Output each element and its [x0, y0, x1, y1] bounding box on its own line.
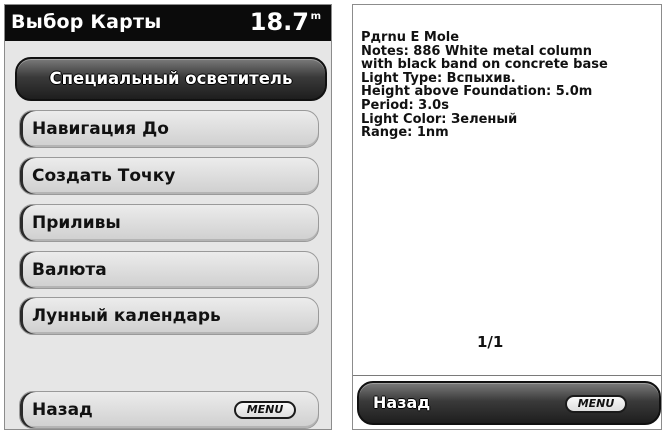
menu-item-navigate-to[interactable]: Навигация До — [19, 110, 319, 148]
light-info-screen: Pдrnu E Mole Notes: 886 White metal colu… — [352, 4, 662, 430]
menu-key-badge: MENU — [565, 395, 627, 413]
light-name: Pдrnu E Mole — [361, 30, 460, 45]
menu-item-special-light[interactable]: Специальный осветитель — [15, 57, 327, 101]
light-height: Height above Foundation: 5.0m — [361, 84, 593, 100]
menu-item-moon-calendar[interactable]: Лунный календарь — [19, 297, 319, 335]
back-button[interactable]: Назад MENU — [357, 381, 661, 425]
divider — [353, 375, 661, 376]
chart-selection-screen: Выбор Карты 18.7 m Специальный осветител… — [4, 4, 332, 430]
light-notes-line-2: with black band on concrete base — [361, 57, 608, 73]
page-indicator: 1/1 — [477, 333, 504, 351]
light-details: Pдrnu E Mole Notes: 886 White metal colu… — [361, 31, 651, 140]
menu-item-create-waypoint[interactable]: Создать Точку — [19, 157, 319, 195]
title-bar: Выбор Карты 18.7 m — [5, 5, 331, 41]
page-title: Выбор Карты — [11, 11, 162, 33]
back-button[interactable]: Назад MENU — [19, 391, 319, 429]
depth-unit: m — [310, 11, 321, 22]
menu-item-tides[interactable]: Приливы — [19, 204, 319, 242]
back-label: Назад — [32, 400, 93, 420]
light-color: Light Color: Зеленый — [361, 111, 518, 127]
back-label: Назад — [373, 393, 431, 412]
light-type: Light Type: Вспыхив. — [361, 70, 516, 86]
menu-item-currents[interactable]: Валюта — [19, 251, 319, 289]
light-range: Range: 1nm — [361, 125, 449, 141]
menu-key-badge: MENU — [234, 401, 296, 419]
light-notes-line-1: Notes: 886 White metal column — [361, 43, 593, 59]
depth-readout: 18.7 — [249, 8, 309, 36]
light-period: Period: 3.0s — [361, 97, 449, 113]
